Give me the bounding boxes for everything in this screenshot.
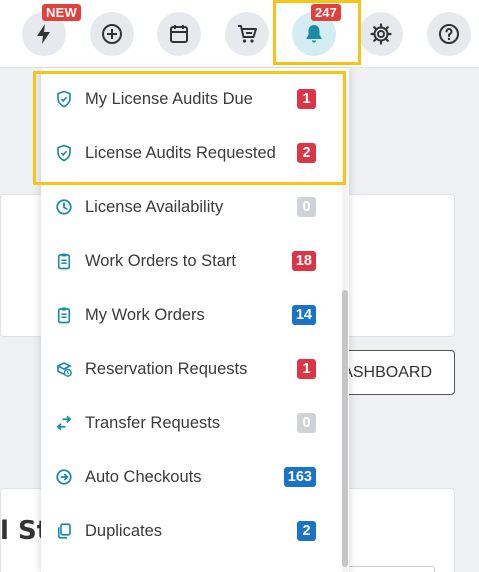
settings-button[interactable]: [359, 12, 403, 56]
reservation-icon: [55, 360, 73, 378]
help-circle-icon: [439, 24, 459, 44]
notification-label: Auto Checkouts: [85, 467, 202, 486]
notification-count-badge: 18: [291, 251, 316, 271]
notification-item-auto-checkouts[interactable]: Auto Checkouts 163: [41, 450, 331, 504]
lightning-bolt-icon: [37, 24, 50, 44]
duplicate-icon: [55, 522, 73, 540]
notification-item-duplicates[interactable]: Duplicates 2: [41, 504, 331, 558]
notification-item-reservation-requests[interactable]: Reservation Requests 1: [41, 342, 331, 396]
notification-count-badge: 1: [297, 89, 316, 109]
transfer-arrows-icon: [55, 414, 73, 432]
notification-label: Reservation Requests: [85, 359, 248, 378]
shopping-cart-icon: [238, 25, 257, 43]
notification-item-transfer-requests[interactable]: Transfer Requests 0: [41, 396, 331, 450]
notification-count-badge: 2: [297, 521, 316, 541]
help-button[interactable]: [427, 12, 471, 56]
notification-label: Duplicates: [85, 521, 163, 540]
notification-count-badge: 14: [291, 305, 316, 325]
calendar-icon: [170, 25, 188, 43]
calendar-button[interactable]: [157, 12, 201, 56]
clipboard-icon: [55, 306, 73, 324]
add-button[interactable]: [90, 12, 134, 56]
cart-button[interactable]: [225, 12, 269, 56]
shield-check-icon: [55, 90, 73, 108]
notification-item-license-audits-requested[interactable]: License Audits Requested 2: [41, 126, 331, 180]
plus-circle-icon: [102, 24, 122, 44]
clock-icon: [55, 198, 73, 216]
notification-item-my-work-orders[interactable]: My Work Orders 14: [41, 288, 331, 342]
clipboard-icon: [55, 252, 73, 270]
notification-item-work-orders-to-start[interactable]: Work Orders to Start 18: [41, 234, 331, 288]
shield-check-icon: [55, 144, 73, 162]
notification-label: Work Orders to Start: [85, 251, 236, 270]
dropdown-scrollbar-thumb[interactable]: [342, 290, 348, 567]
notification-label: License Availability: [85, 197, 224, 216]
dashboard-button-label: ASHBOARD: [342, 363, 432, 381]
notifications-dropdown: My License Audits Due 1 License Audits R…: [41, 68, 349, 572]
notification-label: License Audits Requested: [85, 143, 276, 162]
notification-count-badge: 0: [297, 197, 316, 217]
bell-icon: [306, 25, 322, 43]
notification-item-my-license-audits-due[interactable]: My License Audits Due 1: [41, 72, 331, 126]
notification-count-badge: 2: [297, 143, 316, 163]
notification-count-badge: 0: [297, 413, 316, 433]
arrow-circle-right-icon: [55, 468, 73, 486]
notification-count-badge: 163: [283, 467, 316, 487]
top-toolbar: NEW 247: [0, 0, 479, 68]
notification-label: My Work Orders: [85, 305, 205, 324]
notification-label: Transfer Requests: [85, 413, 221, 432]
notification-item-license-availability[interactable]: License Availability 0: [41, 180, 331, 234]
notification-count-badge: 247: [311, 4, 341, 21]
gear-icon: [370, 23, 392, 45]
notification-count-badge: 1: [297, 359, 316, 379]
background-card: [340, 566, 435, 572]
notification-label: My License Audits Due: [85, 89, 253, 108]
new-badge: NEW: [42, 4, 81, 21]
